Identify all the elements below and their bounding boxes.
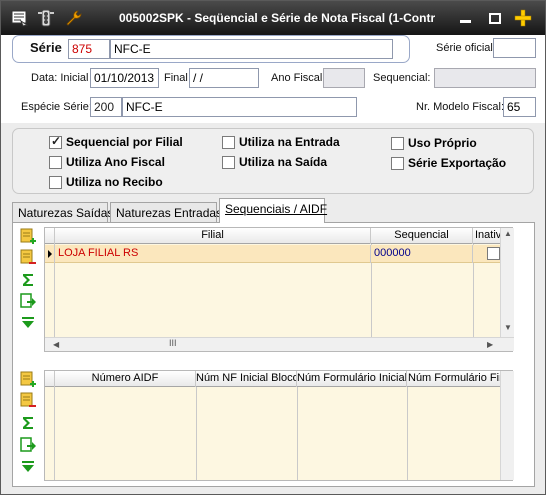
- tab-sequenciais-aidf[interactable]: Sequenciais / AIDF: [219, 198, 327, 223]
- tab-naturezas-saidas[interactable]: Naturezas Saídas: [12, 202, 113, 222]
- add-record-icon[interactable]: [19, 228, 37, 246]
- checkbox[interactable]: [222, 155, 235, 169]
- scroll-up-icon[interactable]: ▲: [504, 229, 512, 238]
- data-final-field[interactable]: / /: [189, 68, 259, 88]
- remove-record-icon[interactable]: [19, 392, 37, 410]
- option-label: Uso Próprio: [408, 136, 477, 150]
- row-indicator-header: [45, 371, 55, 387]
- sum-icon[interactable]: [19, 414, 37, 432]
- title-bar: 005002SPK - Seqüencial e Série de Nota F…: [1, 1, 545, 35]
- expand-down-icon[interactable]: [19, 458, 37, 476]
- option-label: Sequencial por Filial: [66, 135, 183, 149]
- column-num-nf-inicial-bloco[interactable]: Núm NF Inicial Bloco: [196, 371, 297, 387]
- window-title: 005002SPK - Seqüencial e Série de Nota F…: [119, 11, 436, 25]
- row-pointer-icon: [45, 245, 55, 263]
- restore-icon[interactable]: [485, 9, 505, 27]
- especie-code-field[interactable]: 200: [90, 97, 122, 117]
- menu-icon[interactable]: [9, 8, 29, 28]
- modelo-fiscal-label: Nr. Modelo Fiscal:: [416, 101, 505, 113]
- aidf-grid: Número AIDF Núm NF Inicial Bloco Núm For…: [44, 370, 514, 481]
- checkbox[interactable]: [49, 175, 62, 189]
- scroll-right-icon[interactable]: ▶: [487, 340, 493, 349]
- grid-header: Filial Sequencial Inativa: [45, 228, 500, 244]
- modelo-fiscal-field[interactable]: 65: [503, 97, 536, 117]
- export-icon[interactable]: [19, 436, 37, 454]
- vertical-scrollbar[interactable]: ▲ ▼: [500, 228, 514, 337]
- expand-down-icon[interactable]: [19, 314, 37, 332]
- inativa-checkbox[interactable]: [487, 247, 500, 260]
- option-label: Utiliza Ano Fiscal: [66, 155, 165, 169]
- column-inativa[interactable]: Inativa: [473, 228, 500, 244]
- checkbox[interactable]: [391, 156, 404, 170]
- option-serie-exportacao[interactable]: Série Exportação: [391, 156, 506, 170]
- data-inicial-label: Data: Inicial: [31, 72, 89, 84]
- option-label: Utiliza na Entrada: [239, 135, 340, 149]
- sequencial-field[interactable]: [434, 68, 536, 88]
- especie-serie-label: Espécie Série:: [21, 101, 92, 113]
- option-sequencial-por-filial[interactable]: Sequencial por Filial: [49, 134, 183, 149]
- sequenciais-grid: Filial Sequencial Inativa LOJA FILIAL RS…: [44, 227, 514, 352]
- column-num-formulario-inicial[interactable]: Núm Formulário Inicial: [297, 371, 407, 387]
- column-sequencial[interactable]: Sequencial: [371, 228, 473, 244]
- especie-description-field[interactable]: NFC-E: [122, 97, 357, 117]
- vertical-scrollbar[interactable]: [500, 371, 514, 480]
- option-label: Série Exportação: [408, 156, 507, 170]
- add-record-icon[interactable]: [19, 371, 37, 389]
- serie-oficial-label: Série oficial: [436, 42, 493, 54]
- scroll-thumb-grip[interactable]: III: [169, 338, 177, 348]
- ano-fiscal-label: Ano Fiscal:: [271, 72, 326, 84]
- traffic-light-icon[interactable]: [36, 8, 56, 28]
- serie-description-field[interactable]: NFC-E: [110, 39, 393, 59]
- column-numero-aidf[interactable]: Número AIDF: [55, 371, 196, 387]
- horizontal-scrollbar[interactable]: ◀ III ▶: [45, 337, 514, 351]
- serie-oficial-field[interactable]: [493, 38, 536, 58]
- option-utiliza-na-saida[interactable]: Utiliza na Saída: [222, 155, 327, 169]
- checkbox[interactable]: [222, 135, 235, 149]
- data-inicial-field[interactable]: 01/10/2013: [90, 68, 159, 88]
- serie-code-field[interactable]: 875: [68, 39, 110, 59]
- option-uso-proprio[interactable]: Uso Próprio: [391, 136, 477, 150]
- minimize-icon[interactable]: [456, 9, 476, 27]
- column-filial[interactable]: Filial: [55, 228, 371, 244]
- option-label: Utiliza no Recibo: [66, 175, 163, 189]
- row-indicator-header: [45, 228, 55, 244]
- cell-sequencial[interactable]: 000000: [371, 245, 473, 263]
- wrench-icon[interactable]: [63, 8, 83, 28]
- option-utiliza-na-entrada[interactable]: Utiliza na Entrada: [222, 135, 340, 149]
- option-utiliza-ano-fiscal[interactable]: Utiliza Ano Fiscal: [49, 155, 165, 169]
- sequencial-label: Sequencial:: [373, 72, 431, 84]
- scroll-down-icon[interactable]: ▼: [504, 323, 512, 332]
- cell-filial[interactable]: LOJA FILIAL RS: [55, 245, 371, 263]
- column-num-formulario-final[interactable]: Núm Formulário Final: [407, 371, 500, 387]
- ano-fiscal-field[interactable]: [323, 68, 365, 88]
- remove-record-icon[interactable]: [19, 249, 37, 267]
- export-icon[interactable]: [19, 292, 37, 310]
- scroll-left-icon[interactable]: ◀: [53, 340, 59, 349]
- checkbox[interactable]: [391, 136, 404, 150]
- sum-icon[interactable]: [19, 271, 37, 289]
- checkbox[interactable]: [49, 134, 62, 149]
- add-icon[interactable]: [513, 9, 533, 27]
- grid-header: Número AIDF Núm NF Inicial Bloco Núm For…: [45, 371, 500, 387]
- data-final-label: Final: [164, 72, 188, 84]
- table-row[interactable]: LOJA FILIAL RS 000000: [45, 245, 500, 263]
- option-utiliza-no-recibo[interactable]: Utiliza no Recibo: [49, 175, 163, 189]
- serie-label: Série: [30, 40, 62, 55]
- tab-naturezas-entradas[interactable]: Naturezas Entradas: [110, 202, 222, 222]
- app-window: 005002SPK - Seqüencial e Série de Nota F…: [0, 0, 546, 495]
- cell-inativa[interactable]: [473, 245, 500, 263]
- option-label: Utiliza na Saída: [239, 155, 328, 169]
- checkbox[interactable]: [49, 155, 62, 169]
